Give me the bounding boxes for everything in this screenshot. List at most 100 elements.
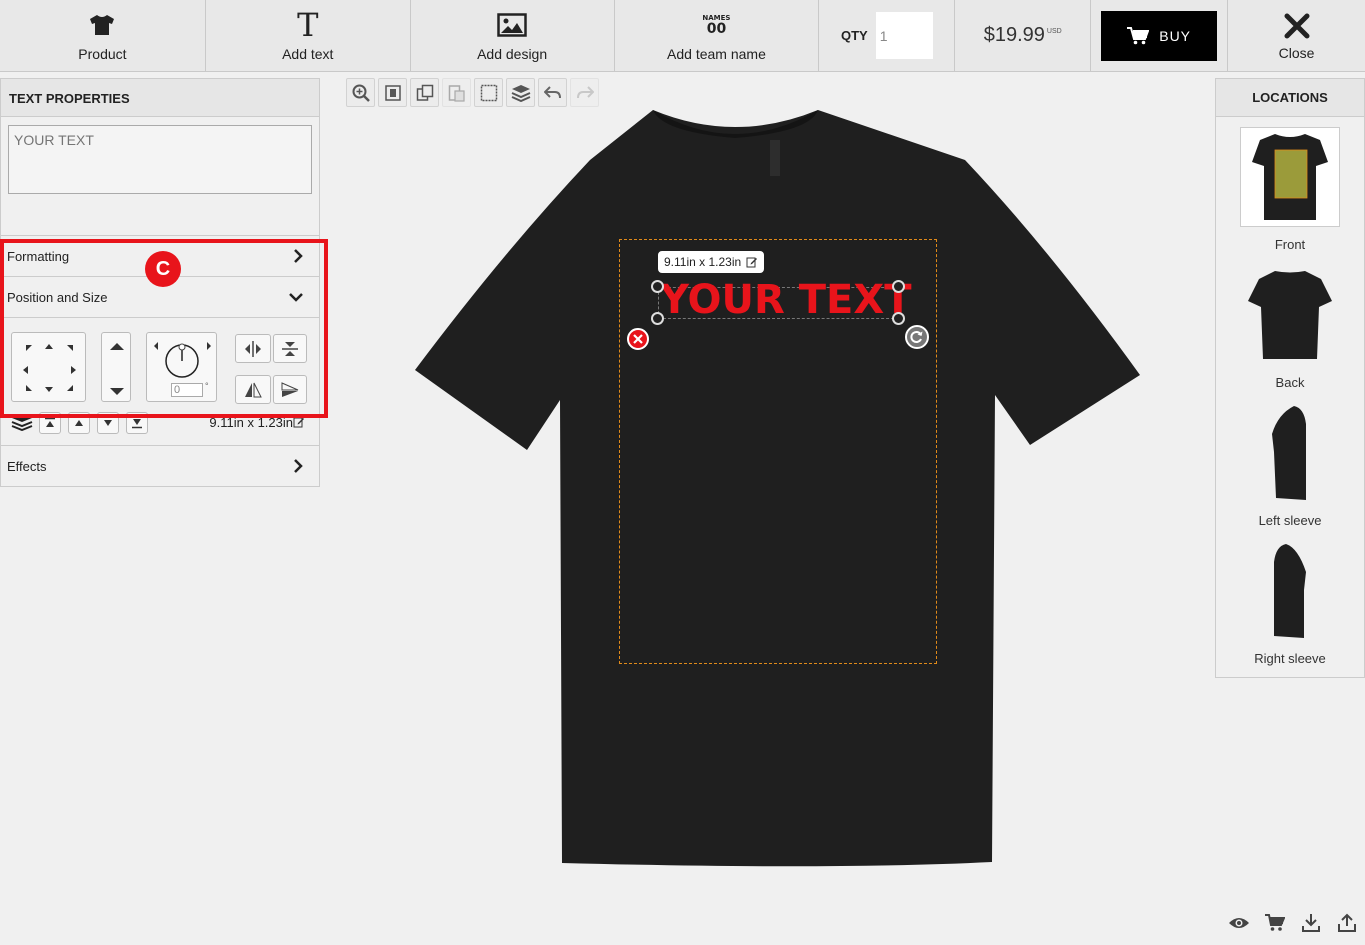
share-icon[interactable] — [1334, 912, 1360, 934]
qty-input[interactable] — [875, 12, 933, 59]
zoom-in-button[interactable] — [346, 78, 375, 107]
add-team-name-label: Add team name — [667, 45, 766, 62]
location-label: Right sleeve — [1254, 651, 1326, 666]
position-size-body: 0 ° 9.11in x 1.23in — [1, 318, 319, 446]
resize-handle-top-right[interactable] — [892, 280, 905, 293]
copy-icon — [416, 84, 433, 101]
top-toolbar: Product T Add text Add design NAMES 00 A… — [0, 0, 1365, 72]
location-left-sleeve[interactable]: Left sleeve — [1216, 403, 1364, 528]
add-design-button[interactable]: Add design — [411, 0, 615, 71]
mirror-horizontal-button[interactable] — [235, 375, 271, 404]
tshirt-icon — [89, 10, 115, 40]
price-amount: $19.99 — [983, 24, 1045, 46]
undo-icon — [543, 85, 561, 98]
formatting-label: Formatting — [7, 248, 70, 264]
chevron-down-icon — [289, 293, 303, 302]
chevron-right-icon — [294, 249, 303, 263]
buy-cell: BUY — [1091, 0, 1229, 71]
flip-vertical-icon — [282, 341, 298, 356]
up-down-icon — [110, 343, 124, 395]
text-input-wrap — [1, 117, 319, 236]
flip-horizontal-icon — [245, 340, 261, 357]
right-sleeve-thumbnail — [1240, 541, 1340, 641]
location-right-sleeve[interactable]: Right sleeve — [1216, 541, 1364, 666]
flip-horizontal-button[interactable] — [235, 334, 271, 363]
location-label: Back — [1275, 375, 1305, 390]
effects-section[interactable]: Effects — [1, 446, 319, 486]
panel-title: TEXT PROPERTIES — [1, 79, 319, 117]
buy-button[interactable]: BUY — [1101, 10, 1218, 61]
qty-label: QTY — [840, 28, 868, 43]
delete-icon — [633, 334, 643, 344]
rotation-input[interactable]: 0 — [171, 383, 203, 397]
location-back[interactable]: Back — [1216, 265, 1364, 390]
eye-icon[interactable] — [1226, 912, 1252, 934]
cart-icon — [1127, 26, 1150, 44]
bring-to-front-button[interactable] — [39, 412, 61, 434]
canvas-text[interactable]: YOUR TEXT — [660, 277, 911, 323]
send-to-back-icon — [132, 419, 142, 429]
arrows-icon — [23, 344, 76, 392]
send-backward-button[interactable] — [97, 412, 119, 434]
layers-icon — [11, 413, 33, 436]
rotate-icon — [910, 331, 923, 343]
close-label: Close — [1278, 44, 1315, 61]
annotation-badge: C — [145, 251, 181, 287]
edit-icon — [746, 257, 758, 268]
send-to-back-button[interactable] — [126, 412, 148, 434]
location-label: Left sleeve — [1258, 513, 1322, 528]
flip-vertical-button[interactable] — [273, 334, 307, 363]
size-readout: 9.11in x 1.23in — [209, 415, 293, 430]
locations-panel: LOCATIONS Front Back Left sleeve Right s… — [1215, 78, 1365, 678]
names-numbers-icon: NAMES 00 — [702, 13, 731, 37]
location-front[interactable]: Front — [1216, 127, 1364, 252]
zoom-in-icon — [352, 84, 370, 102]
resize-handle-bottom-left[interactable] — [651, 312, 664, 325]
quantity-group: QTY — [819, 0, 956, 71]
position-nudge-pad[interactable] — [11, 332, 86, 402]
add-team-name-button[interactable]: NAMES 00 Add team name — [615, 0, 820, 71]
location-label: Front — [1274, 237, 1306, 252]
product-button[interactable]: Product — [0, 0, 206, 71]
download-icon[interactable] — [1298, 912, 1324, 934]
edit-icon[interactable] — [293, 416, 305, 428]
dimension-text: 9.11in x 1.23in — [664, 255, 742, 269]
layers-icon — [511, 84, 530, 102]
effects-label: Effects — [7, 458, 47, 474]
bring-to-front-icon — [45, 417, 55, 427]
back-thumbnail — [1240, 265, 1340, 365]
dimension-tooltip[interactable]: 9.11in x 1.23in — [658, 251, 765, 273]
arrow-up-icon — [75, 420, 83, 426]
add-text-button[interactable]: T Add text — [206, 0, 411, 71]
text-input[interactable] — [8, 125, 312, 194]
locations-title: LOCATIONS — [1216, 79, 1364, 117]
resize-handle-bottom-right[interactable] — [892, 312, 905, 325]
position-size-label: Position and Size — [7, 289, 108, 305]
close-button[interactable]: Close — [1228, 0, 1365, 71]
rotate-button[interactable] — [905, 325, 929, 349]
resize-handle-top-left[interactable] — [651, 280, 664, 293]
bottom-actions — [1226, 912, 1365, 934]
mirror-horizontal-icon — [245, 382, 262, 397]
delete-button[interactable] — [627, 328, 649, 350]
arrow-down-icon — [104, 420, 112, 426]
mirror-vertical-button[interactable] — [273, 375, 307, 404]
text-T-icon: T — [297, 5, 319, 44]
price-display: $19.99 USD — [955, 0, 1092, 71]
degree-symbol: ° — [205, 381, 209, 391]
rotation-dial[interactable]: 0 ° — [146, 332, 217, 402]
rotate-dial-icon — [154, 342, 211, 378]
image-icon — [497, 10, 527, 40]
price-currency: USD — [1046, 28, 1062, 35]
paste-icon — [448, 84, 465, 102]
select-all-icon — [480, 84, 497, 101]
center-align-icon — [384, 84, 401, 101]
vertical-nudge[interactable] — [101, 332, 131, 402]
chevron-right-icon — [294, 459, 303, 473]
add-design-label: Add design — [477, 45, 548, 62]
cart-icon[interactable] — [1262, 912, 1288, 934]
front-thumbnail — [1240, 127, 1340, 227]
center-align-button[interactable] — [378, 78, 407, 107]
bring-forward-button[interactable] — [68, 412, 90, 434]
buy-label: BUY — [1159, 27, 1192, 44]
